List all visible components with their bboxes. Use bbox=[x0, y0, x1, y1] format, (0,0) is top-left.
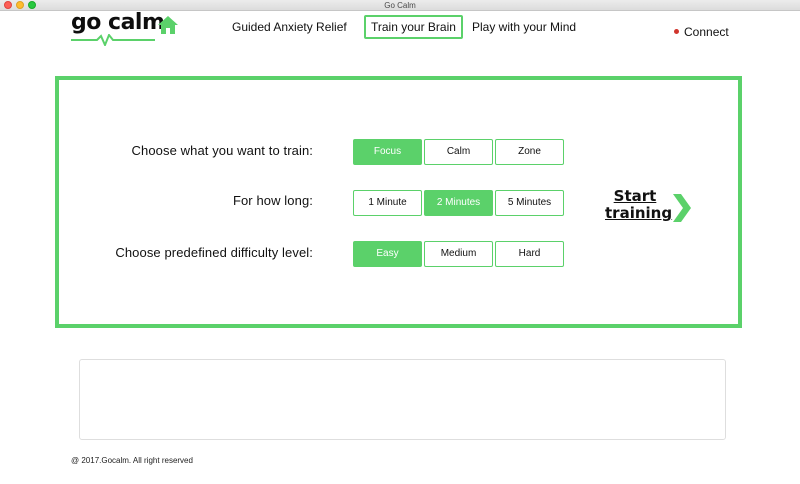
connect-button[interactable]: Connect bbox=[674, 25, 729, 39]
connection-status-dot-icon bbox=[674, 29, 679, 35]
option-calm[interactable]: Calm bbox=[424, 139, 493, 165]
chevron-right-icon bbox=[673, 194, 691, 222]
nav-guided-anxiety-relief[interactable]: Guided Anxiety Relief bbox=[226, 15, 353, 39]
nav-play-with-your-mind[interactable]: Play with your Mind bbox=[466, 15, 582, 39]
option-5-minutes[interactable]: 5 Minutes bbox=[495, 190, 564, 216]
train-type-label: Choose what you want to train: bbox=[131, 143, 313, 158]
duration-label: For how long: bbox=[232, 193, 313, 208]
home-icon bbox=[158, 16, 178, 34]
logo-wordmark: go calm bbox=[71, 10, 165, 35]
option-easy[interactable]: Easy bbox=[353, 241, 422, 267]
heartbeat-line-icon bbox=[71, 34, 155, 46]
connect-label: Connect bbox=[684, 25, 729, 39]
option-focus[interactable]: Focus bbox=[353, 139, 422, 165]
nav-train-your-brain[interactable]: Train your Brain bbox=[364, 15, 463, 39]
content-box bbox=[79, 359, 726, 440]
option-2-minutes[interactable]: 2 Minutes bbox=[424, 190, 493, 216]
training-panel: Choose what you want to train: Focus Cal… bbox=[55, 76, 742, 328]
footer-copyright: @ 2017.Gocalm. All right reserved bbox=[71, 456, 193, 465]
start-training-button[interactable]: Start training bbox=[605, 188, 695, 228]
option-medium[interactable]: Medium bbox=[424, 241, 493, 267]
option-zone[interactable]: Zone bbox=[495, 139, 564, 165]
option-1-minute[interactable]: 1 Minute bbox=[353, 190, 422, 216]
app-logo[interactable]: go calm bbox=[71, 10, 183, 46]
difficulty-label: Choose predefined difficulty level: bbox=[115, 245, 313, 260]
start-training-label: Start training bbox=[605, 187, 673, 222]
option-hard[interactable]: Hard bbox=[495, 241, 564, 267]
